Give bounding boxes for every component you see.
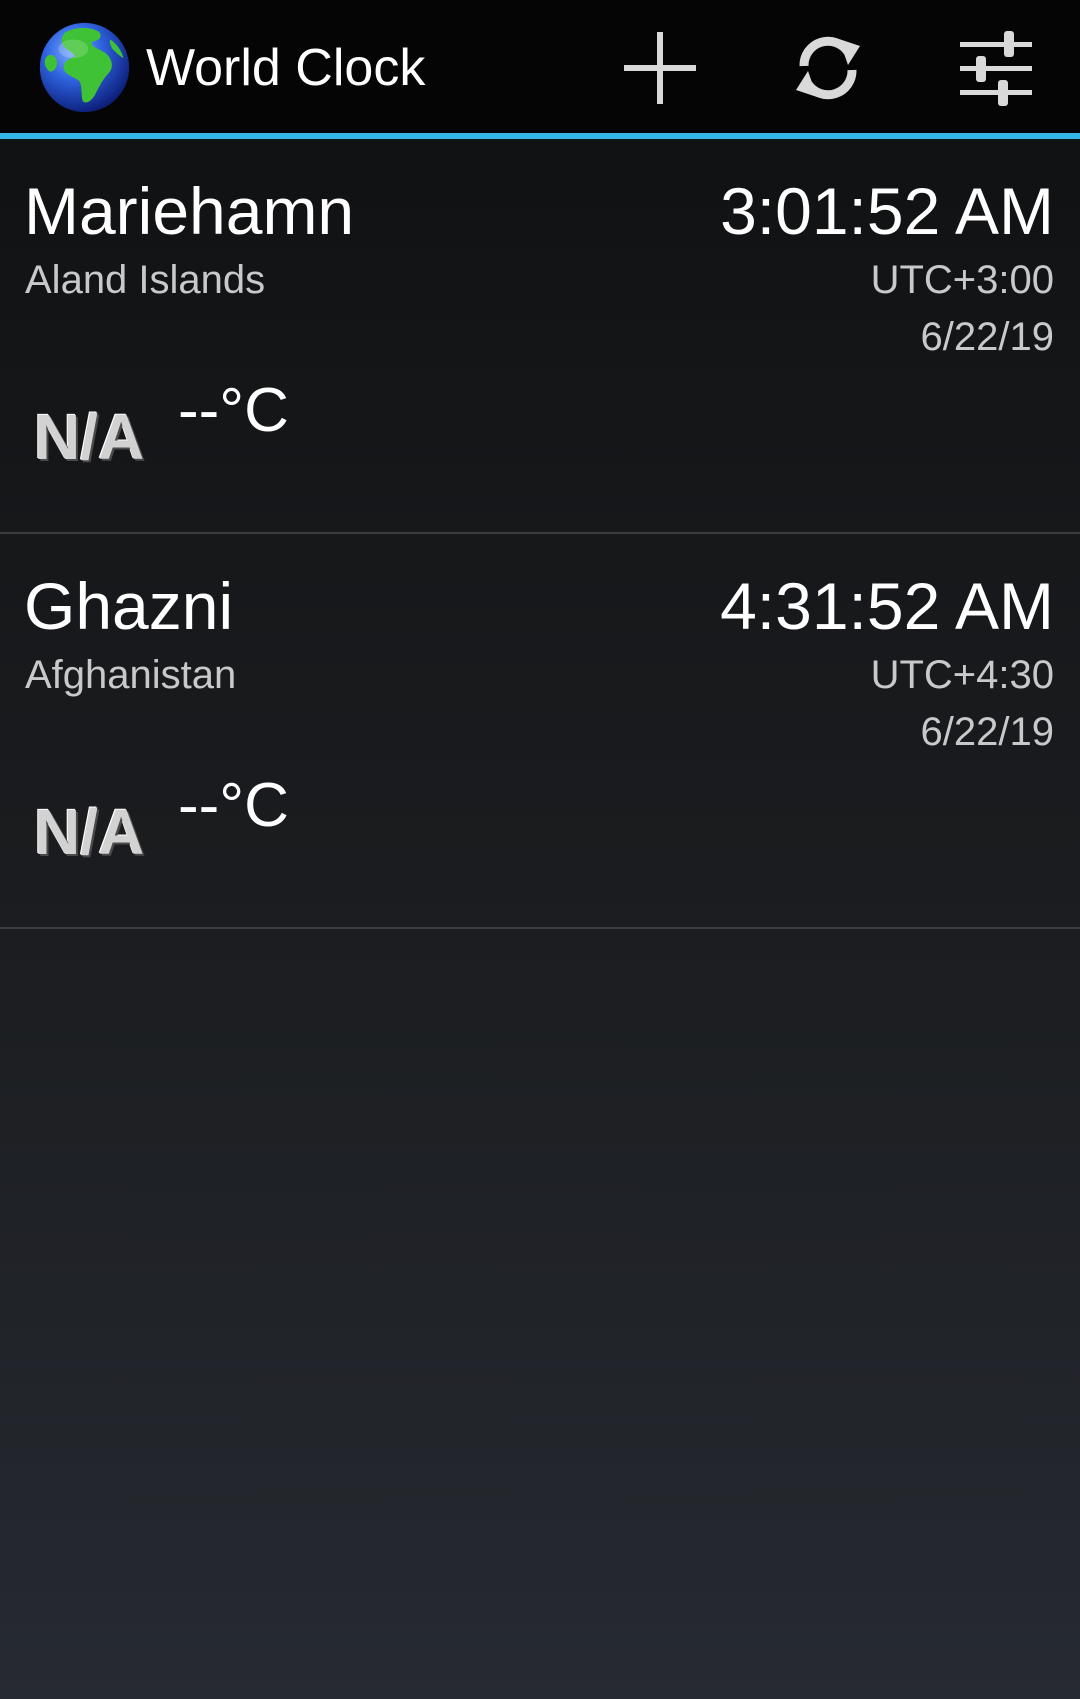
city-name: Mariehamn <box>24 174 355 248</box>
sliders-icon <box>960 31 1032 106</box>
country-name: Aland Islands <box>25 258 266 302</box>
weather-na-icon: N/A <box>34 796 145 868</box>
country-name: Afghanistan <box>25 653 237 697</box>
refresh-icon <box>796 36 860 100</box>
refresh-button[interactable] <box>776 16 880 120</box>
globe-icon[interactable] <box>38 21 131 114</box>
temperature: --°C <box>178 376 289 445</box>
action-bar: World Clock <box>0 0 1080 133</box>
local-date: 6/22/19 <box>920 710 1054 754</box>
settings-button[interactable] <box>944 16 1048 120</box>
local-time: 4:31:52 AM <box>720 569 1054 643</box>
clock-row-mariehamn[interactable]: Mariehamn Aland Islands 3:01:52 AM UTC+3… <box>0 139 1080 534</box>
add-button[interactable] <box>608 16 712 120</box>
city-name: Ghazni <box>24 569 234 643</box>
local-date: 6/22/19 <box>920 315 1054 359</box>
local-time: 3:01:52 AM <box>720 174 1054 248</box>
utc-offset: UTC+4:30 <box>870 653 1054 697</box>
plus-icon <box>624 32 696 104</box>
app-title: World Clock <box>146 39 426 97</box>
clock-list: Mariehamn Aland Islands 3:01:52 AM UTC+3… <box>0 139 1080 929</box>
clock-row-ghazni[interactable]: Ghazni Afghanistan 4:31:52 AM UTC+4:30 6… <box>0 534 1080 929</box>
utc-offset: UTC+3:00 <box>870 258 1054 302</box>
weather-na-icon: N/A <box>34 401 145 473</box>
temperature: --°C <box>178 771 289 840</box>
